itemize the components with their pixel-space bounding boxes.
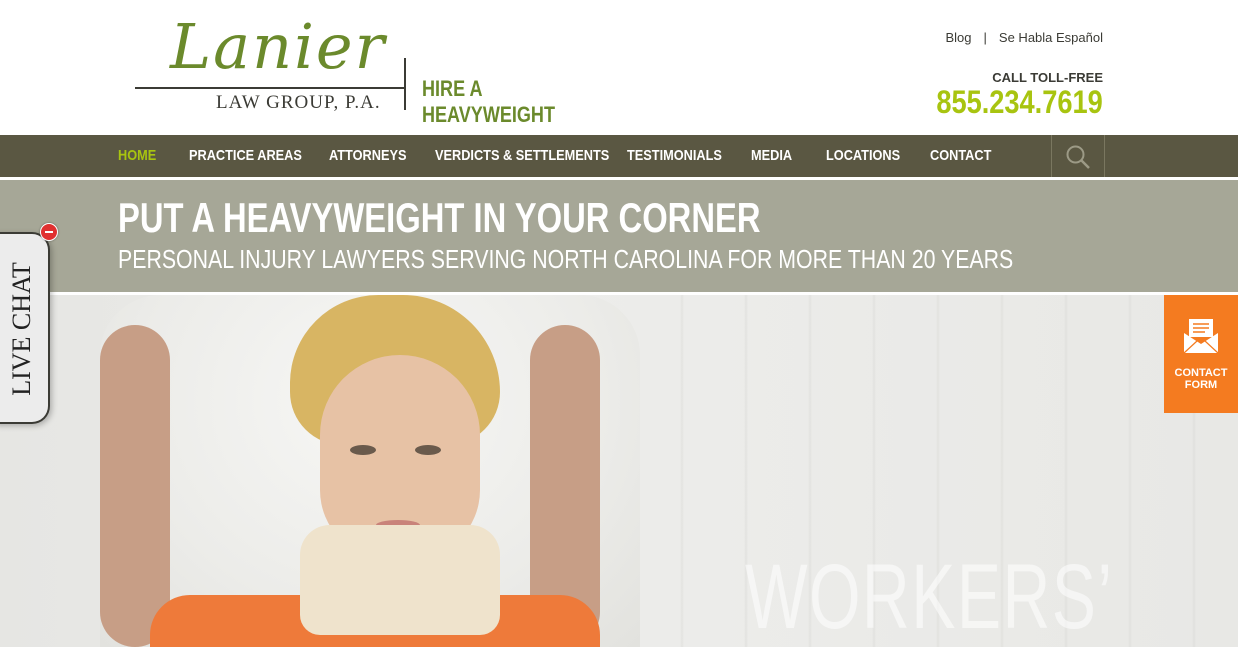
- contact-form-line2: FORM: [1184, 379, 1218, 391]
- neck-brace: [300, 525, 500, 635]
- nav-item-media[interactable]: MEDIA: [751, 135, 792, 177]
- hero-image: WORKERS’: [0, 295, 1238, 647]
- nav-item-verdicts-settlements[interactable]: VERDICTS & SETTLEMENTS: [435, 135, 609, 177]
- main-nav: HOME PRACTICE AREAS ATTORNEYS VERDICTS &…: [0, 135, 1238, 177]
- contact-form-button[interactable]: CONTACT FORM: [1164, 295, 1238, 413]
- spanish-link[interactable]: Se Habla Español: [999, 30, 1103, 45]
- nav-item-testimonials[interactable]: TESTIMONIALS: [627, 135, 722, 177]
- hero-overlay-text: WORKERS’: [745, 546, 1114, 647]
- call-toll-free-label: CALL TOLL-FREE: [992, 70, 1103, 85]
- phone-number[interactable]: 855.234.7619: [937, 84, 1103, 121]
- nav-item-locations[interactable]: LOCATIONS: [826, 135, 900, 177]
- nav-item-attorneys[interactable]: ATTORNEYS: [329, 135, 406, 177]
- site-logo[interactable]: Lanier LAW GROUP, P.A. HIRE A HEAVYWEIGH…: [130, 10, 610, 127]
- search-icon: [1066, 145, 1090, 169]
- site-header: Lanier LAW GROUP, P.A. HIRE A HEAVYWEIGH…: [0, 0, 1238, 135]
- banner-subheadline: PERSONAL INJURY LAWYERS SERVING NORTH CA…: [118, 244, 1014, 274]
- envelope-icon: [1183, 319, 1219, 354]
- search-button[interactable]: [1051, 135, 1105, 177]
- logo-divider: [404, 58, 406, 110]
- patient-eye-left: [350, 445, 376, 455]
- banner-headline: PUT A HEAVYWEIGHT IN YOUR CORNER: [118, 194, 761, 241]
- live-chat-tab[interactable]: LIVE CHAT: [0, 232, 50, 424]
- top-links-separator: |: [983, 30, 987, 45]
- logo-rule: [135, 87, 405, 89]
- top-links: Blog | Se Habla Español: [946, 30, 1104, 45]
- contact-form-label: CONTACT FORM: [1164, 367, 1238, 391]
- logo-subtitle: LAW GROUP, P.A.: [216, 92, 381, 113]
- blog-link[interactable]: Blog: [946, 30, 972, 45]
- logo-script-text: Lanier: [170, 10, 387, 83]
- tagline: HIRE A HEAVYWEIGHT: [422, 76, 555, 127]
- nav-item-contact[interactable]: CONTACT: [930, 135, 991, 177]
- hero-banner: PUT A HEAVYWEIGHT IN YOUR CORNER PERSONA…: [0, 180, 1238, 292]
- patient-eye-right: [415, 445, 441, 455]
- contact-form-line1: CONTACT: [1174, 367, 1228, 379]
- nav-item-practice-areas[interactable]: PRACTICE AREAS: [189, 135, 302, 177]
- doctor-arm-left: [100, 325, 170, 647]
- nav-item-home[interactable]: HOME: [118, 135, 156, 177]
- live-chat-label: LIVE CHAT: [7, 262, 36, 396]
- close-chat-icon[interactable]: [40, 223, 58, 241]
